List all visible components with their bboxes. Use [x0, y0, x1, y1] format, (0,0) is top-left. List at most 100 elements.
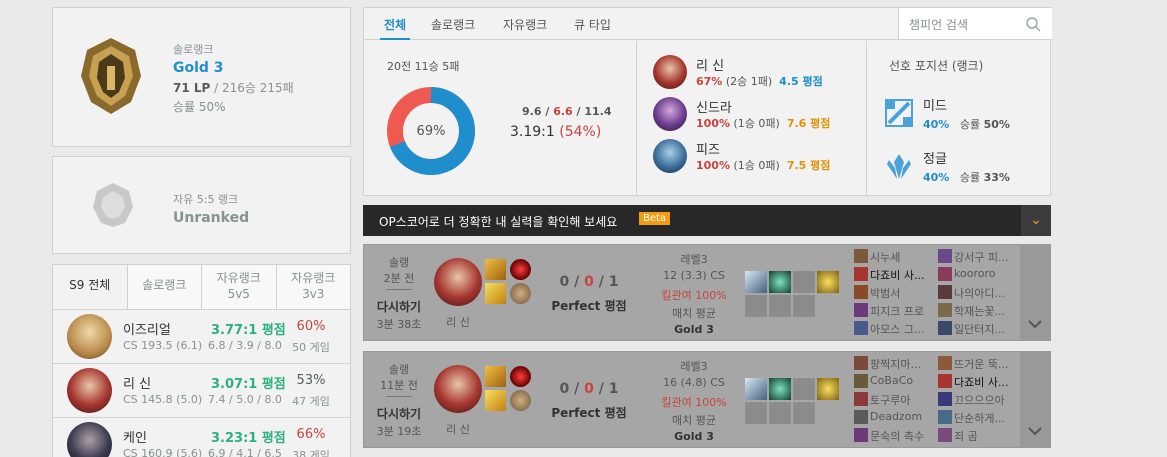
solo-winrate: 승률 50% [173, 100, 226, 114]
tab-queue-type[interactable]: 큐 타입 [574, 16, 611, 33]
item-slot[interactable] [769, 271, 791, 293]
player-entry[interactable]: 뜨거운 뚝... [938, 355, 1023, 371]
player-champion-icon [854, 303, 868, 317]
expand-match-button[interactable] [1020, 352, 1050, 447]
champion-avatar[interactable] [434, 258, 482, 306]
mid-lane-icon [885, 99, 913, 127]
player-entry[interactable]: 강서구 피... [938, 248, 1023, 264]
average-kda: 9.6 / 6.6 / 11.4 [522, 105, 612, 118]
player-entry[interactable]: CoBaCo [854, 373, 939, 389]
tab-flex-rank[interactable]: 자유랭크 [503, 16, 547, 33]
expand-match-button[interactable] [1020, 245, 1050, 340]
player-entry[interactable]: Deadzom [854, 409, 939, 425]
champion-stats-panel: S9 전체 솔로랭크 자유랭크 5v5 자유랭크 3v3 이즈리얼 CS 193.5… [52, 264, 351, 457]
player-entry[interactable]: 죄 곰 [938, 427, 1023, 443]
match-result: 다시하기 [376, 300, 422, 314]
player-champion-icon [938, 410, 952, 424]
player-entry[interactable]: 시누세 [854, 248, 939, 264]
champion-name: 피즈 [696, 143, 720, 158]
tab-season-all[interactable]: S9 전체 [53, 265, 128, 310]
champion-kda: 3.07:1 평점 [211, 377, 286, 392]
item-slot[interactable] [769, 378, 791, 400]
champion-row[interactable]: 케인 CS 160.9 (5.6) 3.23:1 평점 6.9 / 4.1 / … [53, 417, 350, 457]
champion-row[interactable]: 이즈리얼 CS 193.5 (6.1) 3.77:1 평점 6.8 / 3.9 … [53, 309, 350, 363]
champion-games: 38 게임 [292, 449, 330, 457]
search-icon[interactable] [1026, 17, 1041, 32]
player-entry[interactable]: 다죠비 사... [938, 373, 1023, 389]
player-champion-icon [938, 303, 952, 317]
champion-row[interactable]: 리 신 CS 145.8 (5.0) 3.07:1 평점 7.4 / 5.0 /… [53, 363, 350, 417]
champion-winrate: 60% [296, 319, 326, 334]
chevron-down-icon: ⌄ [1030, 212, 1042, 228]
item-slot[interactable] [745, 378, 767, 400]
champion-kda-detail: 6.8 / 3.9 / 8.0 [208, 339, 282, 352]
player-entry[interactable]: 단순하게... [938, 409, 1023, 425]
player-entry[interactable]: 나의아디... [938, 284, 1023, 300]
item-slot[interactable] [745, 295, 767, 317]
unranked-emblem-icon [93, 183, 133, 227]
champion-cs: CS 145.8 (5.0) [123, 393, 203, 406]
item-slot[interactable] [793, 271, 815, 293]
player-champion-icon [938, 428, 952, 442]
champion-avatar [653, 139, 687, 173]
player-champion-icon [854, 392, 868, 406]
champion-avatar [653, 55, 687, 89]
player-entry[interactable]: koororo [938, 266, 1023, 282]
item-slot[interactable] [745, 271, 767, 293]
item-slot[interactable] [745, 402, 767, 424]
player-entry[interactable]: 다죠비 사... [854, 266, 939, 282]
player-champion-icon [854, 321, 868, 335]
match-kda: 0 / 0 / 1 [559, 381, 619, 397]
champion-name: 리 신 [446, 316, 470, 329]
secondary-rune-icon [510, 283, 531, 304]
match-kda-rating: Perfect 평점 [551, 299, 627, 313]
trinket-slot[interactable] [817, 271, 839, 293]
tab-solo-rank[interactable]: 솔로랭크 [127, 265, 202, 310]
recent-champion[interactable]: 리 신 67% (2승 1패) 4.5 평점 [653, 51, 853, 91]
item-slot[interactable] [769, 402, 791, 424]
tab-flex-3v3[interactable]: 자유랭크 3v3 [276, 265, 350, 310]
player-entry[interactable]: 팡찍지마... [854, 355, 939, 371]
champion-kda: 3.77:1 평점 [211, 323, 286, 338]
player-champion-icon [938, 285, 952, 299]
item-slot[interactable] [793, 295, 815, 317]
chevron-down-icon [1028, 427, 1042, 436]
promo-banner[interactable]: OP스코어로 더 정확한 내 실력을 확인해 보세요 Beta ⌄ [363, 205, 1051, 236]
player-champion-icon [938, 374, 952, 388]
creep-score: 12 (3.3) CS [663, 269, 725, 282]
trinket-slot[interactable] [817, 378, 839, 400]
solo-tier-name: Gold 3 [173, 60, 224, 76]
creep-score: 16 (4.8) CS [663, 376, 725, 389]
player-entry[interactable]: 토구루아 [854, 391, 939, 407]
champion-kda-detail: 7.4 / 5.0 / 8.0 [208, 393, 282, 406]
recent-champion[interactable]: 피즈 100% (1승 0패) 7.5 평점 [653, 135, 853, 175]
player-entry[interactable]: 끄으으으아 [938, 391, 1023, 407]
match-row[interactable]: 솔랭 11분 전 다시하기 3분 19초 리 신 0 / 0 / 1 Perfe… [363, 351, 1051, 448]
preferred-positions: 선호 포지션 (랭크) 미드 40% 승률 50% 정글 40% 승률 33% [866, 41, 1052, 195]
banner-toggle-button[interactable]: ⌄ [1021, 205, 1051, 236]
match-average-label: 매치 평균 [672, 307, 716, 320]
item-slot[interactable] [793, 378, 815, 400]
tab-all[interactable]: 전체 [384, 16, 406, 33]
item-slot[interactable] [793, 402, 815, 424]
winrate-summary: 20전 11승 5패 69% 9.6 / 6.6 / 11.4 3.19:1 (… [364, 41, 636, 195]
player-entry[interactable]: 학재는꽃... [938, 302, 1023, 318]
champion-games: 50 게임 [292, 341, 330, 354]
player-entry[interactable]: 박범서 [854, 284, 939, 300]
player-champion-icon [938, 249, 952, 263]
tab-solo-rank[interactable]: 솔로랭크 [431, 16, 475, 33]
champion-name: 신드라 [696, 101, 732, 116]
item-slot[interactable] [769, 295, 791, 317]
tab-flex-5v5[interactable]: 자유랭크 5v5 [202, 265, 277, 310]
player-entry[interactable]: 문숙의 측수 [854, 427, 939, 443]
champion-avatar[interactable] [434, 365, 482, 413]
player-entry[interactable]: 일단터지... [938, 320, 1023, 336]
player-champion-icon [854, 374, 868, 388]
player-entry[interactable]: 아모스 그... [854, 320, 939, 336]
champion-search-input[interactable]: 챔피언 검색 [898, 8, 1052, 40]
flex-tier-name: Unranked [173, 210, 250, 226]
recent-champion[interactable]: 신드라 100% (1승 0패) 7.6 평점 [653, 93, 853, 133]
match-row[interactable]: 솔랭 2분 전 다시하기 3분 38초 리 신 0 / 0 / 1 Perfec… [363, 244, 1051, 341]
solo-lp: 71 LP [173, 81, 211, 95]
player-entry[interactable]: 피지크 프로 [854, 302, 939, 318]
